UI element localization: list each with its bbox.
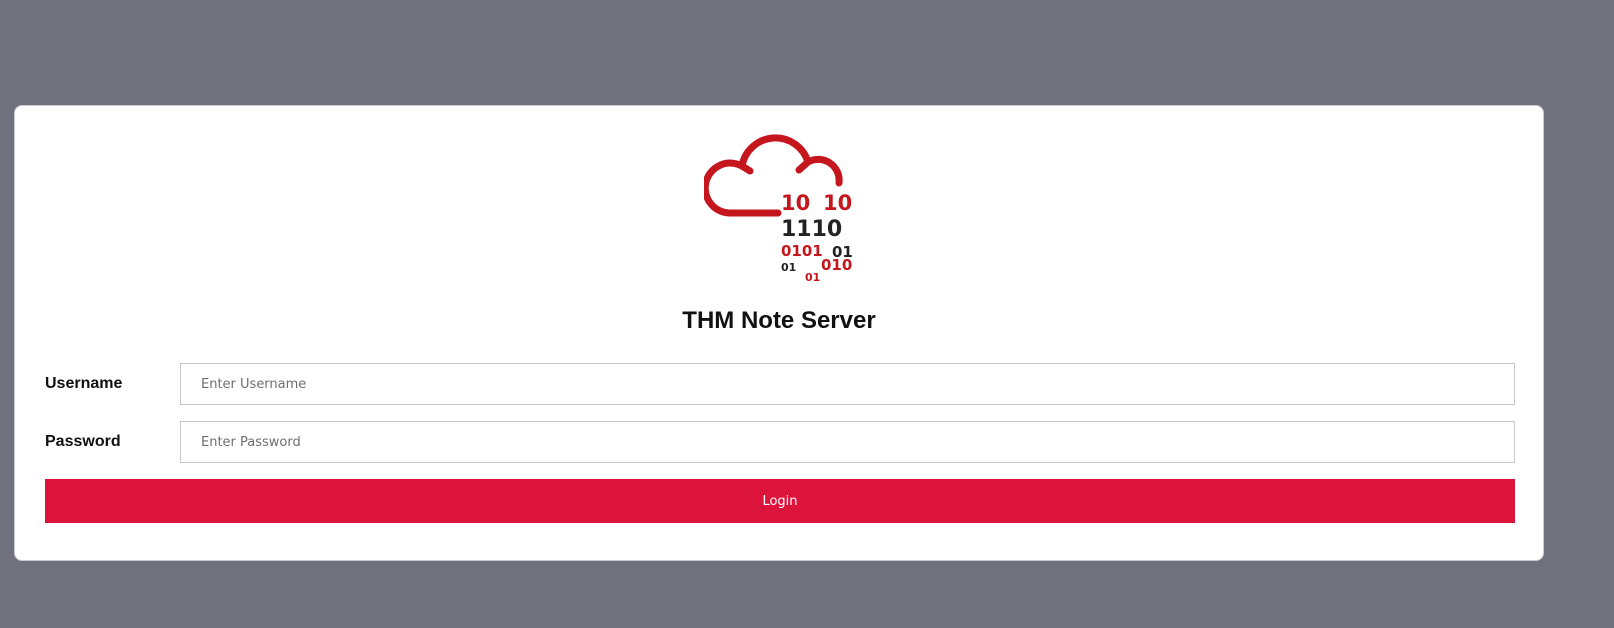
logo-digits-row5: 01: [805, 271, 820, 284]
password-row: Password: [45, 421, 1515, 463]
login-card: 10 10 1110 0101 01 01 010 01 THM Note Se…: [14, 105, 1544, 561]
logo-digits-row1-right: 10: [823, 191, 852, 215]
logo-digits-row1-left: 10: [781, 191, 810, 215]
cloud-logo-icon: 10 10 1110 0101 01 01 010 01: [704, 134, 853, 284]
page-title: THM Note Server: [682, 307, 876, 334]
username-label: Username: [45, 375, 123, 392]
username-input[interactable]: [180, 363, 1515, 405]
logo-digits-row4-left: 01: [781, 261, 796, 274]
logo-digits-row2: 1110: [781, 217, 842, 242]
username-row: Username: [45, 363, 1515, 405]
password-input[interactable]: [180, 421, 1515, 463]
logo-digits-row3-left: 0101: [781, 242, 823, 260]
password-label: Password: [45, 433, 121, 450]
logo-digits-row4-right: 010: [821, 256, 852, 274]
login-button[interactable]: Login: [45, 479, 1515, 523]
